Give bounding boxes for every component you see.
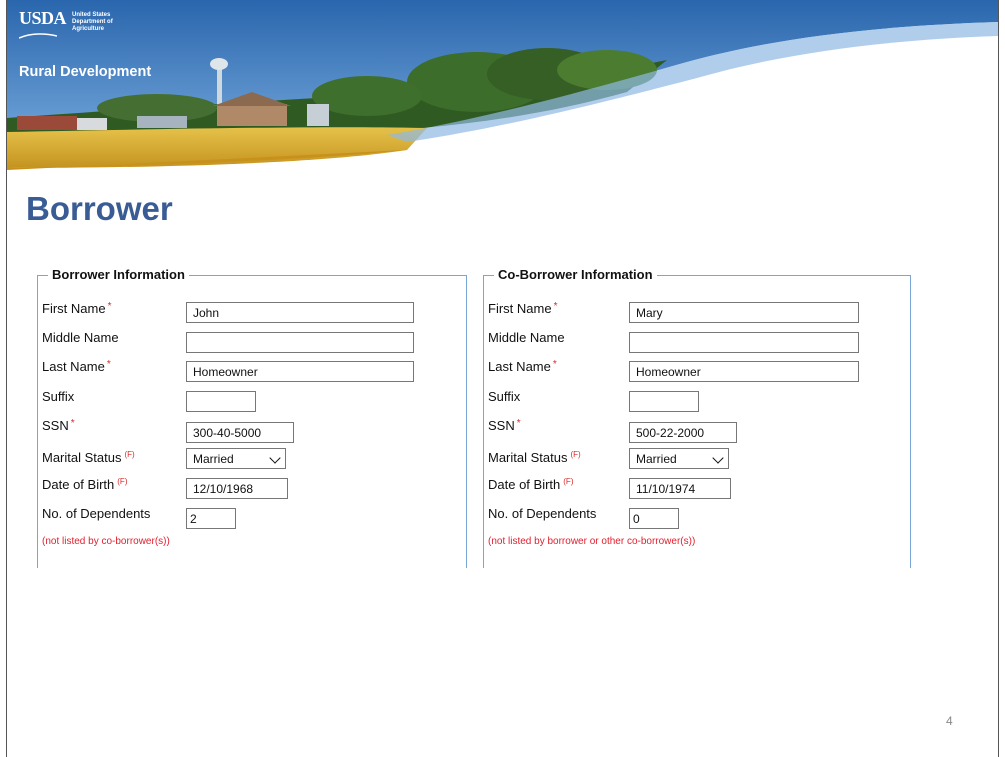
- agency-name: Rural Development: [19, 64, 152, 80]
- coborrower-middle-name-input[interactable]: [629, 332, 859, 353]
- usda-logo-text: United States Department of Agriculture: [72, 12, 113, 32]
- form-mark: (F): [563, 477, 574, 486]
- banner-image: [7, 0, 998, 170]
- required-mark: *: [516, 418, 521, 429]
- borrower-date-of-birth-input[interactable]: [186, 478, 288, 499]
- page-title: Borrower: [26, 190, 173, 227]
- required-mark: *: [553, 301, 558, 312]
- borrower-information-panel: Borrower Information First Name* Middle …: [37, 268, 467, 568]
- suffix-label: Suffix: [42, 389, 75, 404]
- middle-name-label: Middle Name: [42, 330, 119, 345]
- borrower-suffix-input[interactable]: [186, 391, 256, 412]
- coborrower-date-of-birth-input[interactable]: [629, 478, 731, 499]
- borrower-ssn-input[interactable]: [186, 422, 294, 443]
- borrower-first-name-input[interactable]: [186, 302, 414, 323]
- usda-swoosh-icon: [18, 33, 58, 39]
- form-mark: (F): [570, 450, 581, 459]
- last-name-label: Last Name *: [42, 359, 111, 374]
- last-name-label: Last Name *: [488, 359, 557, 374]
- required-mark: *: [106, 359, 111, 370]
- borrower-dependents-input[interactable]: [186, 508, 236, 529]
- borrower-dependents-note: (not listed by co-borrower(s)): [42, 536, 170, 547]
- coborrower-ssn-input[interactable]: [629, 422, 737, 443]
- borrower-information-legend: Borrower Information: [52, 267, 185, 282]
- coborrower-marital-status-select[interactable]: Married: [629, 448, 729, 469]
- suffix-label: Suffix: [488, 389, 521, 404]
- borrower-last-name-input[interactable]: [186, 361, 414, 382]
- middle-name-label: Middle Name: [488, 330, 565, 345]
- ssn-label: SSN *: [42, 418, 75, 433]
- marital-status-label: Marital Status (F): [488, 450, 581, 465]
- date-of-birth-label: Date of Birth (F): [42, 477, 128, 492]
- coborrower-dependents-input[interactable]: [629, 508, 679, 529]
- dependents-label: No. of Dependents: [488, 506, 597, 521]
- date-of-birth-label: Date of Birth (F): [488, 477, 574, 492]
- marital-status-label: Marital Status (F): [42, 450, 135, 465]
- required-mark: *: [70, 418, 75, 429]
- borrower-middle-name-input[interactable]: [186, 332, 414, 353]
- coborrower-information-legend: Co-Borrower Information: [498, 267, 653, 282]
- coborrower-first-name-input[interactable]: [629, 302, 859, 323]
- ssn-label: SSN *: [488, 418, 521, 433]
- borrower-marital-status-select[interactable]: Married: [186, 448, 286, 469]
- coborrower-information-panel: Co-Borrower Information First Name* Midd…: [483, 268, 911, 568]
- coborrower-dependents-note: (not listed by borrower or other co-borr…: [488, 536, 696, 547]
- chevron-down-icon: [269, 452, 281, 464]
- form-mark: (F): [117, 477, 128, 486]
- first-name-label: First Name *: [488, 301, 558, 316]
- usda-logo-mark: USDA: [19, 8, 67, 28]
- coborrower-last-name-input[interactable]: [629, 361, 859, 382]
- page-number: 4: [946, 714, 953, 728]
- first-name-label: First Name *: [42, 301, 112, 316]
- dependents-label: No. of Dependents: [42, 506, 151, 521]
- required-mark: *: [552, 359, 557, 370]
- required-mark: *: [107, 301, 112, 312]
- coborrower-suffix-input[interactable]: [629, 391, 699, 412]
- usda-logo: USDA United States Department of Agricul…: [18, 8, 113, 45]
- chevron-down-icon: [712, 452, 724, 464]
- banner: USDA United States Department of Agricul…: [7, 0, 998, 170]
- form-mark: (F): [124, 450, 135, 459]
